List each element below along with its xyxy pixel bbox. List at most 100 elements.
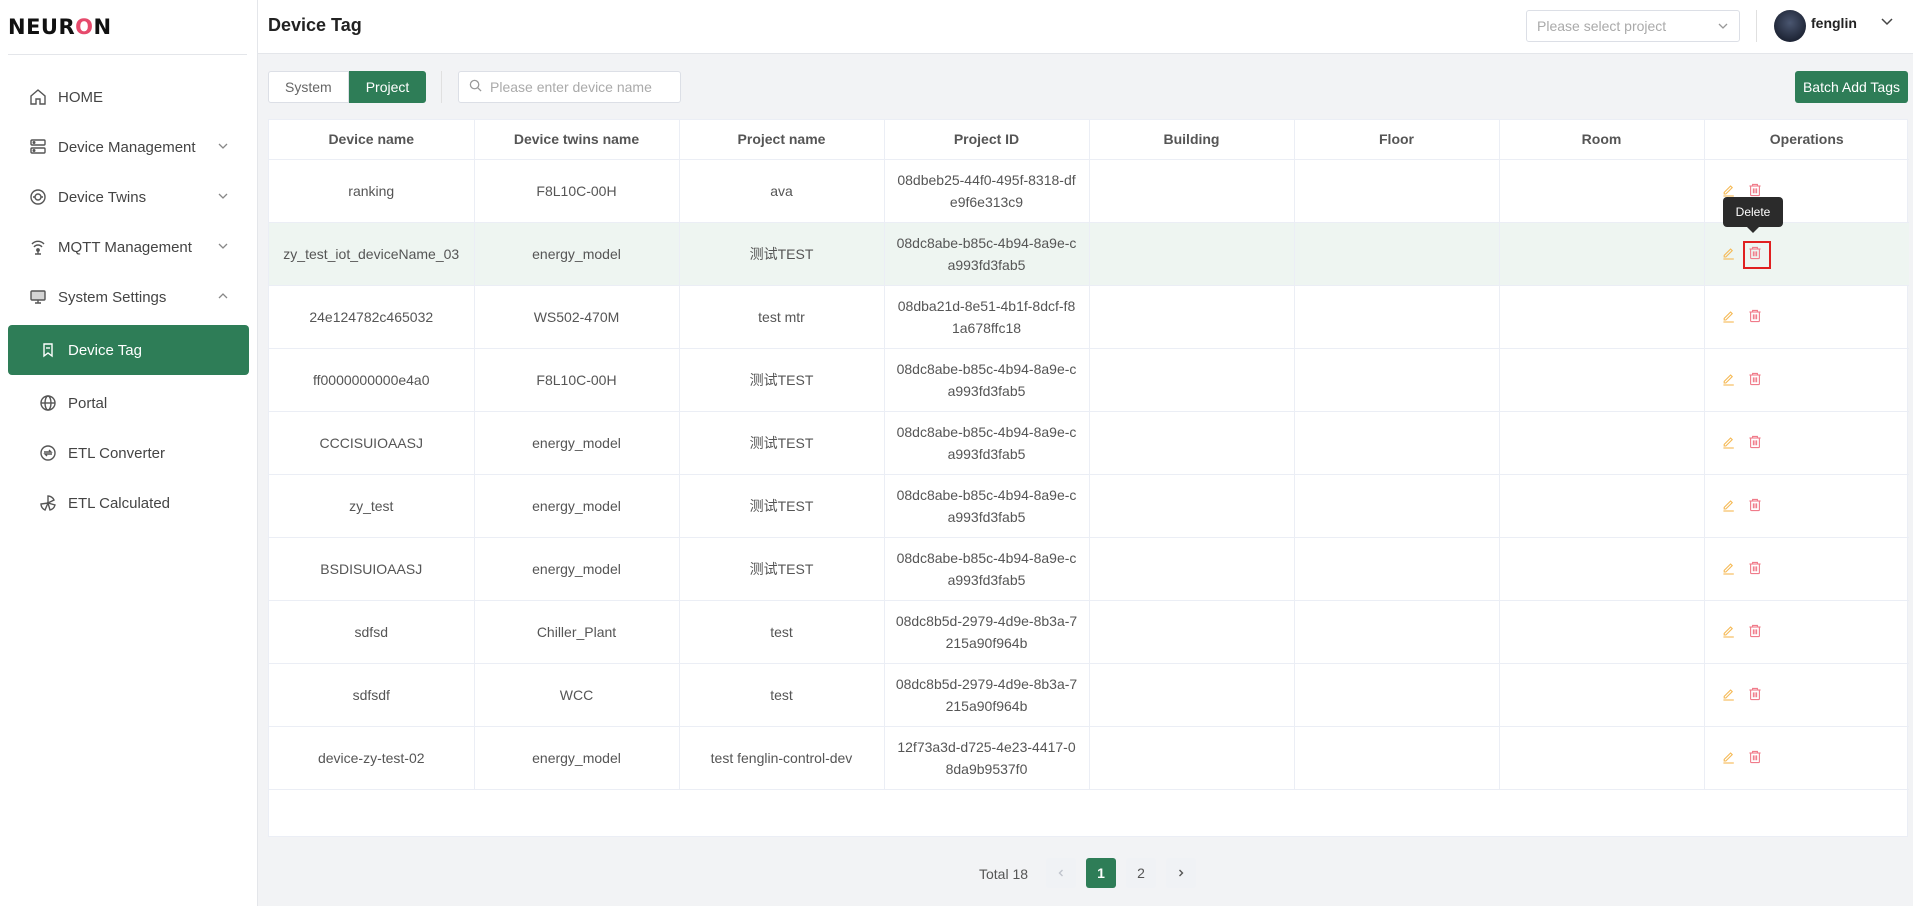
sidebar-item-etl-converter[interactable]: ETL Converter <box>8 431 249 475</box>
device-search-input[interactable] <box>490 79 670 95</box>
sidebar-item-portal[interactable]: Portal <box>8 381 249 425</box>
pagination: Total 18 1 2 <box>0 858 1913 888</box>
room-cell <box>1499 600 1705 664</box>
delete-icon[interactable] <box>1742 240 1771 269</box>
sidebar-item-label: Device Twins <box>58 188 147 206</box>
sidebar-item-device-management[interactable]: Device Management <box>8 125 249 169</box>
delete-icon[interactable] <box>1747 308 1767 328</box>
table-row: ff0000000000e4a0 F8L10C-00H 测试TEST 08dc8abe… <box>269 348 1909 412</box>
floor-cell <box>1294 411 1500 475</box>
room-cell <box>1499 411 1705 475</box>
logo-text: NEUR <box>8 15 76 39</box>
next-page-button[interactable] <box>1166 858 1196 888</box>
project-name-cell: 测试TEST <box>679 537 885 601</box>
device-twins-name-cell: energy_model <box>474 537 680 601</box>
room-cell <box>1499 285 1705 349</box>
sidebar-item-label: ETL Calculated <box>68 494 170 512</box>
project-name-cell: test <box>679 663 885 727</box>
batch-add-tags-button[interactable]: Batch Add Tags <box>1795 71 1908 103</box>
edit-icon[interactable] <box>1721 686 1741 706</box>
floor-cell <box>1294 474 1500 538</box>
delete-icon[interactable] <box>1747 497 1767 517</box>
sidebar-item-device-twins[interactable]: Device Twins <box>8 175 249 219</box>
chevron-right-icon <box>1179 869 1184 877</box>
delete-icon[interactable] <box>1747 749 1767 769</box>
floor-cell <box>1294 285 1500 349</box>
operations-cell <box>1704 411 1909 475</box>
delete-icon[interactable] <box>1747 623 1767 643</box>
device-twins-name-cell: F8L10C-00H <box>474 159 680 223</box>
sidebar-item-mqtt-management[interactable]: MQTT Management <box>8 225 249 269</box>
delete-icon[interactable] <box>1747 686 1767 706</box>
column-header: Project ID <box>884 120 1090 160</box>
page-2-button[interactable]: 2 <box>1126 858 1156 888</box>
project-id-cell: 08dc8b5d-2979-4d9e-8b3a-7215a90f964b <box>884 663 1090 727</box>
calculated-icon <box>38 493 58 513</box>
building-cell <box>1089 663 1295 727</box>
project-select-placeholder: Please select project <box>1537 18 1667 34</box>
edit-icon[interactable] <box>1721 308 1741 328</box>
edit-icon[interactable] <box>1721 560 1741 580</box>
sidebar-item-device-tag[interactable]: Device Tag <box>8 325 249 375</box>
operations-cell <box>1704 474 1909 538</box>
device-twins-name-cell: F8L10C-00H <box>474 348 680 412</box>
delete-icon[interactable] <box>1747 371 1767 391</box>
sidebar-item-etl-calculated[interactable]: ETL Calculated <box>8 481 249 525</box>
chevron-left-icon <box>1058 869 1063 877</box>
project-name-cell: 测试TEST <box>679 474 885 538</box>
building-cell <box>1089 348 1295 412</box>
delete-tooltip: Delete <box>1723 197 1783 233</box>
device-twins-name-cell: energy_model <box>474 726 680 790</box>
table-row: zy_test_iot_deviceName_03 energy_model 测试T… <box>269 222 1909 286</box>
device-tag-table: Device name Device twins name Project na… <box>268 119 1909 837</box>
home-icon <box>28 87 48 107</box>
edit-icon[interactable] <box>1721 371 1741 391</box>
floor-cell <box>1294 726 1500 790</box>
edit-icon[interactable] <box>1721 245 1741 265</box>
edit-icon[interactable] <box>1721 497 1741 517</box>
device-name-cell: sdfsd <box>269 600 475 664</box>
mqtt-icon <box>28 237 48 257</box>
column-header: Building <box>1089 120 1295 160</box>
page-1-button[interactable]: 1 <box>1086 858 1116 888</box>
username[interactable]: fenglin <box>1811 15 1857 31</box>
app-logo[interactable]: NEUR O N <box>8 0 247 55</box>
top-header: Device Tag Please select project fenglin <box>258 0 1913 54</box>
avatar[interactable] <box>1774 10 1806 42</box>
building-cell <box>1089 537 1295 601</box>
globe-icon <box>38 393 58 413</box>
building-cell <box>1089 285 1295 349</box>
chevron-down-icon <box>217 239 229 256</box>
device-search <box>458 71 681 103</box>
edit-icon[interactable] <box>1721 623 1741 643</box>
sidebar-item-system-settings[interactable]: System Settings <box>8 275 249 319</box>
sidebar-item-home[interactable]: HOME <box>8 75 249 119</box>
edit-icon[interactable] <box>1721 434 1741 454</box>
device-twins-name-cell: energy_model <box>474 411 680 475</box>
project-select[interactable]: Please select project <box>1526 10 1740 42</box>
user-menu-chevron-icon[interactable] <box>1880 14 1894 31</box>
project-id-cell: 08dc8abe-b85c-4b94-8a9e-ca993fd3fab5 <box>884 348 1090 412</box>
sidebar-item-label: MQTT Management <box>58 238 192 256</box>
page-title: Device Tag <box>268 15 362 35</box>
tab-project[interactable]: Project <box>348 71 427 103</box>
delete-icon[interactable] <box>1747 434 1767 454</box>
column-header: Device twins name <box>474 120 680 160</box>
delete-icon[interactable] <box>1747 560 1767 580</box>
table-header-row: Device name Device twins name Project na… <box>269 120 1909 160</box>
device-name-cell: ff0000000000e4a0 <box>269 348 475 412</box>
device-twins-name-cell: WCC <box>474 663 680 727</box>
floor-cell <box>1294 159 1500 223</box>
chevron-up-icon <box>217 289 229 306</box>
device-twins-name-cell: energy_model <box>474 222 680 286</box>
edit-icon[interactable] <box>1721 749 1741 769</box>
sidebar-item-label: ETL Converter <box>68 444 165 462</box>
project-id-cell: 12f73a3d-d725-4e23-4417-08da9b9537f0 <box>884 726 1090 790</box>
floor-cell <box>1294 537 1500 601</box>
table-row: zy_test energy_model 测试TEST 08dc8abe-b85c-4… <box>269 474 1909 538</box>
header-divider <box>1756 10 1757 42</box>
column-header: Room <box>1499 120 1705 160</box>
chevron-down-icon <box>217 189 229 206</box>
prev-page-button[interactable] <box>1046 858 1076 888</box>
tab-system[interactable]: System <box>268 71 349 103</box>
